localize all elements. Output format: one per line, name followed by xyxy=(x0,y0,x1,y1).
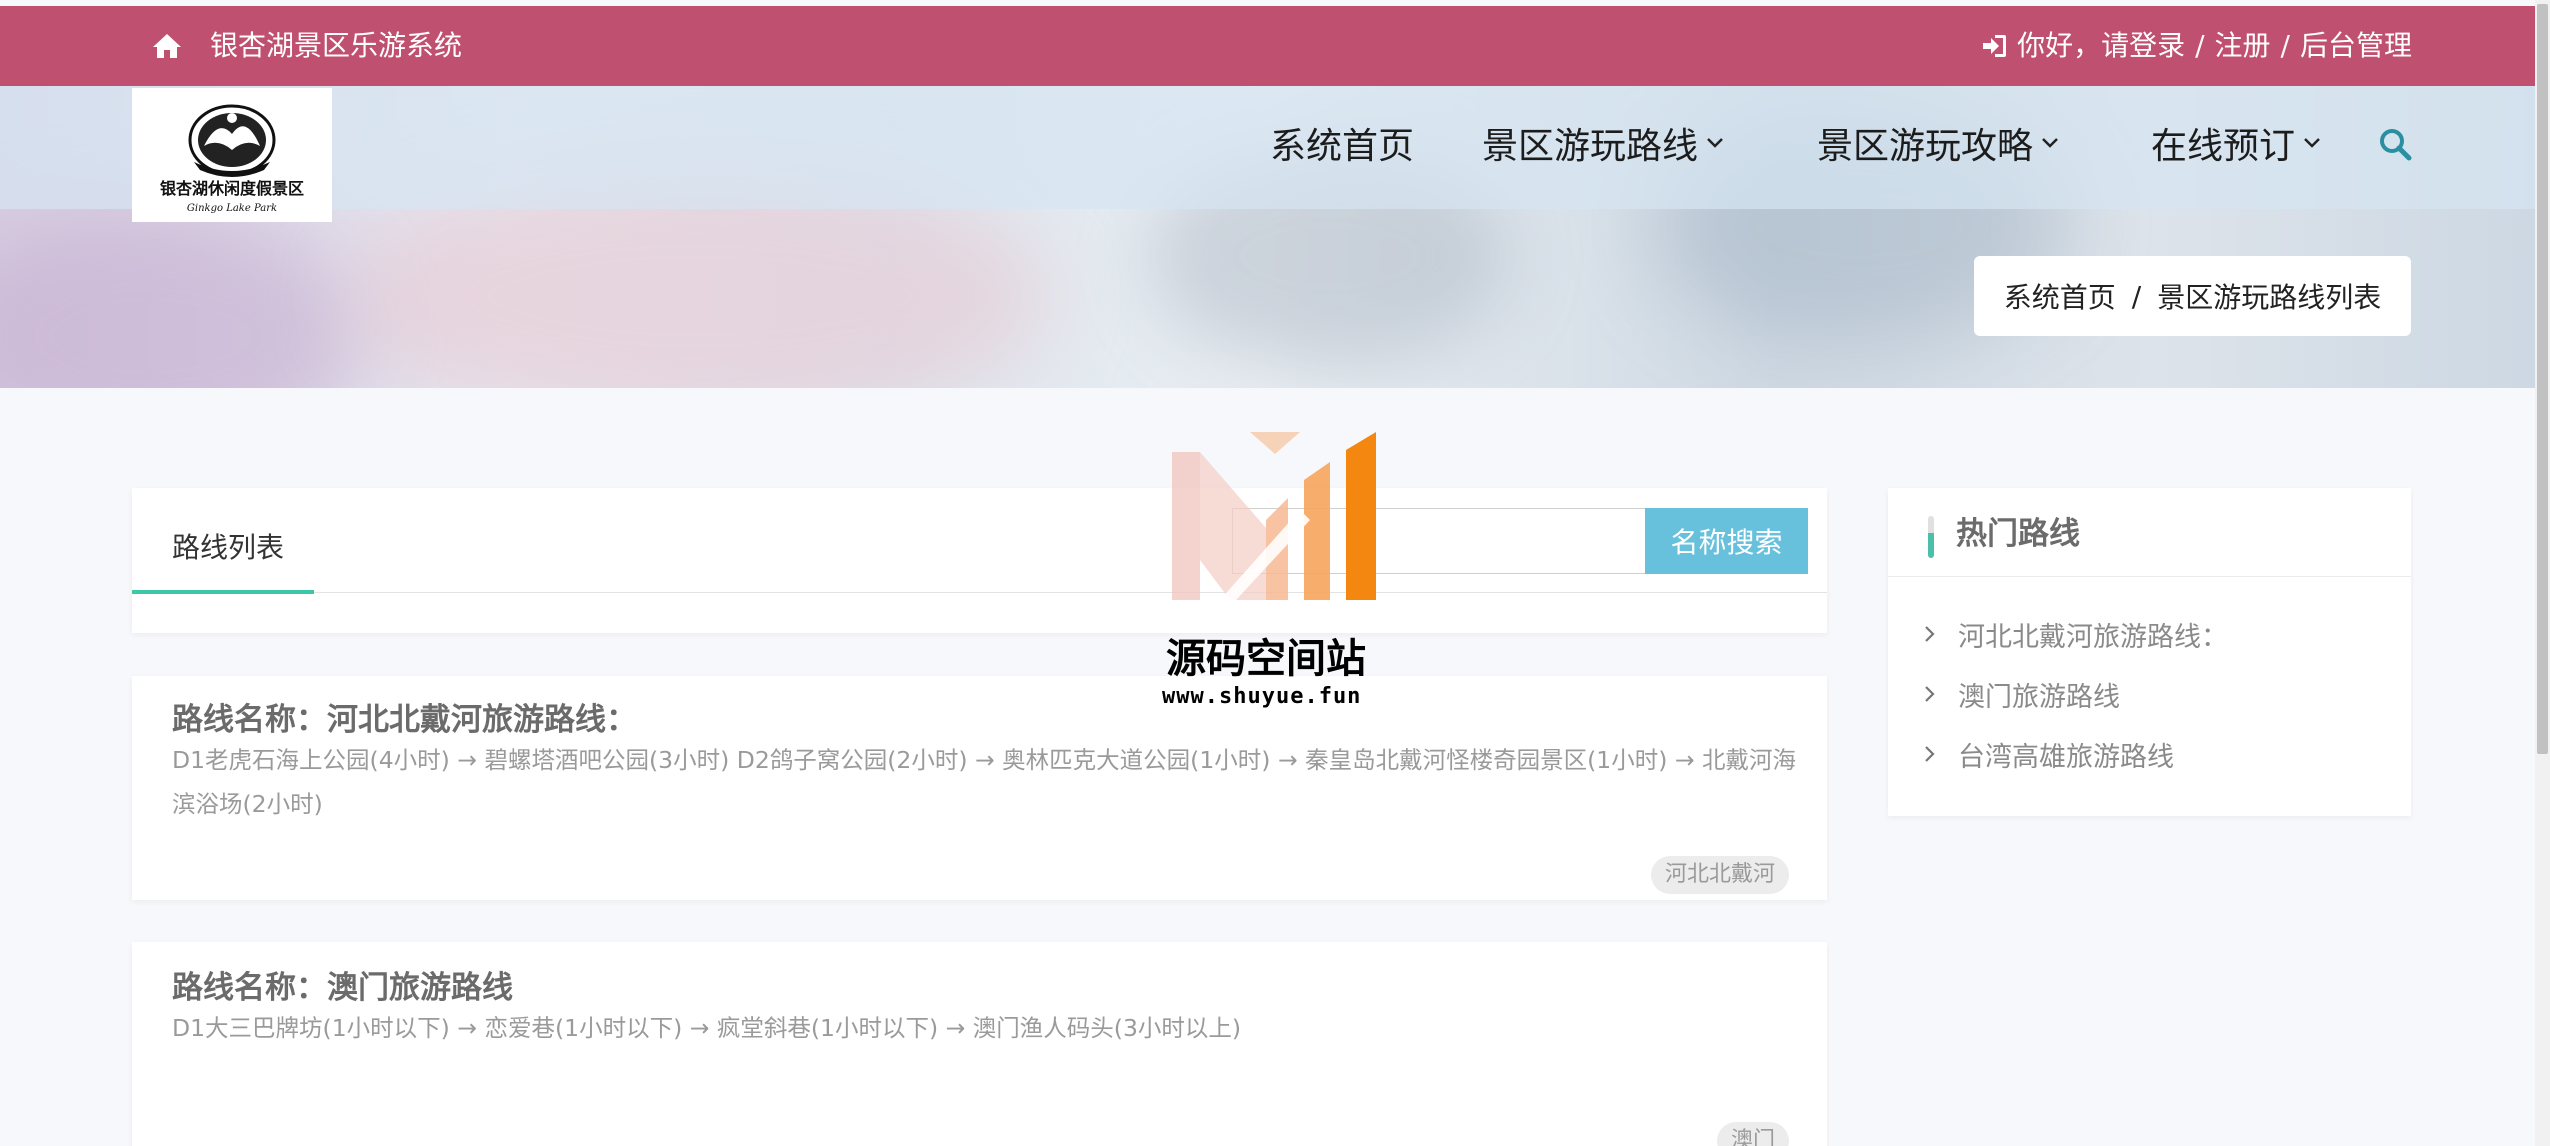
route-tag[interactable]: 河北北戴河 xyxy=(1650,856,1789,894)
title-marker xyxy=(1928,516,1934,558)
nav-home[interactable]: 系统首页 xyxy=(1270,112,1414,174)
search-button[interactable]: 名称搜索 xyxy=(1645,508,1808,574)
hot-route-label: 澳门旅游路线 xyxy=(1958,681,2120,713)
chevron-right-icon xyxy=(1925,686,1935,702)
breadcrumb-current: 景区游玩路线列表 xyxy=(2157,281,2382,314)
route-description: D1老虎石海上公园(4小时) → 碧螺塔酒吧公园(3小时) D2鸽子窝公园(2小… xyxy=(172,746,1797,818)
scrollbar-thumb[interactable] xyxy=(2537,4,2548,754)
tab-route-list[interactable]: 路线列表 xyxy=(172,526,284,566)
divider xyxy=(1888,576,2411,577)
nav-routes-label: 景区游玩路线 xyxy=(1482,126,1699,167)
route-card[interactable]: 路线名称：河北北戴河旅游路线： D1老虎石海上公园(4小时) → 碧螺塔酒吧公园… xyxy=(132,676,1827,900)
separator: / xyxy=(2195,29,2205,62)
nav-routes[interactable]: 景区游玩路线 xyxy=(1482,112,1724,174)
separator: / xyxy=(2280,29,2290,62)
chevron-down-icon xyxy=(2042,138,2058,148)
list-header: 路线列表 名称搜索 xyxy=(132,488,1827,633)
nav-home-label: 系统首页 xyxy=(1270,126,1415,167)
breadcrumb-separator: / xyxy=(2131,279,2142,313)
logo-subtext: Ginkgo Lake Park xyxy=(187,203,277,214)
user-links: 你好，请登录 / 注册 / 后台管理 xyxy=(1981,26,2412,66)
home-icon[interactable] xyxy=(152,32,182,60)
hot-route-item[interactable]: 澳门旅游路线 xyxy=(1924,664,2228,724)
chevron-right-icon xyxy=(1925,746,1935,762)
route-tag[interactable]: 澳门 xyxy=(1716,1122,1789,1146)
watermark-url: www.shuyue.fun xyxy=(1162,684,1362,709)
route-description: D1大三巴牌坊(1小时以下) → 恋爱巷(1小时以下) → 疯堂斜巷(1小时以下… xyxy=(172,1014,1242,1042)
nav-booking-label: 在线预订 xyxy=(2151,126,2296,167)
route-card[interactable]: 路线名称：澳门旅游路线 D1大三巴牌坊(1小时以下) → 恋爱巷(1小时以下) … xyxy=(132,942,1827,1146)
divider xyxy=(132,592,1827,593)
top-bar: 银杏湖景区乐游系统 你好，请登录 / 注册 / 后台管理 xyxy=(0,6,2535,86)
active-tab-indicator xyxy=(132,590,314,594)
chevron-down-icon xyxy=(1707,138,1723,148)
login-link[interactable]: 你好，请登录 xyxy=(2017,26,2185,66)
breadcrumb: 系统首页 / 景区游玩路线列表 xyxy=(1974,256,2411,336)
site-title[interactable]: 银杏湖景区乐游系统 xyxy=(210,26,462,66)
hot-route-label: 台湾高雄旅游路线 xyxy=(1958,741,2174,773)
breadcrumb-home[interactable]: 系统首页 xyxy=(2004,276,2116,316)
hot-route-label: 河北北戴河旅游路线： xyxy=(1958,621,2228,653)
hot-route-item[interactable]: 台湾高雄旅游路线 xyxy=(1924,724,2228,784)
nav-guides[interactable]: 景区游玩攻略 xyxy=(1817,112,2059,174)
search-icon[interactable] xyxy=(2378,127,2412,161)
nav-booking[interactable]: 在线预订 xyxy=(2151,112,2321,174)
sign-in-icon xyxy=(1983,35,2007,57)
hot-route-item[interactable]: 河北北戴河旅游路线： xyxy=(1924,604,2228,664)
register-link[interactable]: 注册 xyxy=(2215,26,2271,66)
admin-link[interactable]: 后台管理 xyxy=(2300,26,2412,66)
route-name[interactable]: 路线名称：澳门旅游路线 xyxy=(172,962,513,1007)
route-name[interactable]: 路线名称：河北北戴河旅游路线： xyxy=(172,694,637,739)
chevron-down-icon xyxy=(2304,138,2320,148)
hot-routes-title: 热门路线 xyxy=(1956,516,2080,552)
banner-blur xyxy=(0,206,360,388)
logo-emblem: 银杏湖休闲度假景区 Ginkgo Lake Park xyxy=(160,104,304,214)
hot-routes-panel: 热门路线 河北北戴河旅游路线： 澳门旅游路线 台湾高雄旅游路线 xyxy=(1888,488,2411,816)
watermark-name: 源码空间站 xyxy=(1166,636,1366,682)
scrollbar[interactable] xyxy=(2535,0,2550,1146)
nav-guides-label: 景区游玩攻略 xyxy=(1817,126,2034,167)
chevron-right-icon xyxy=(1925,626,1935,642)
logo-text: 银杏湖休闲度假景区 xyxy=(160,179,304,198)
site-logo[interactable]: 银杏湖休闲度假景区 Ginkgo Lake Park xyxy=(132,88,332,222)
